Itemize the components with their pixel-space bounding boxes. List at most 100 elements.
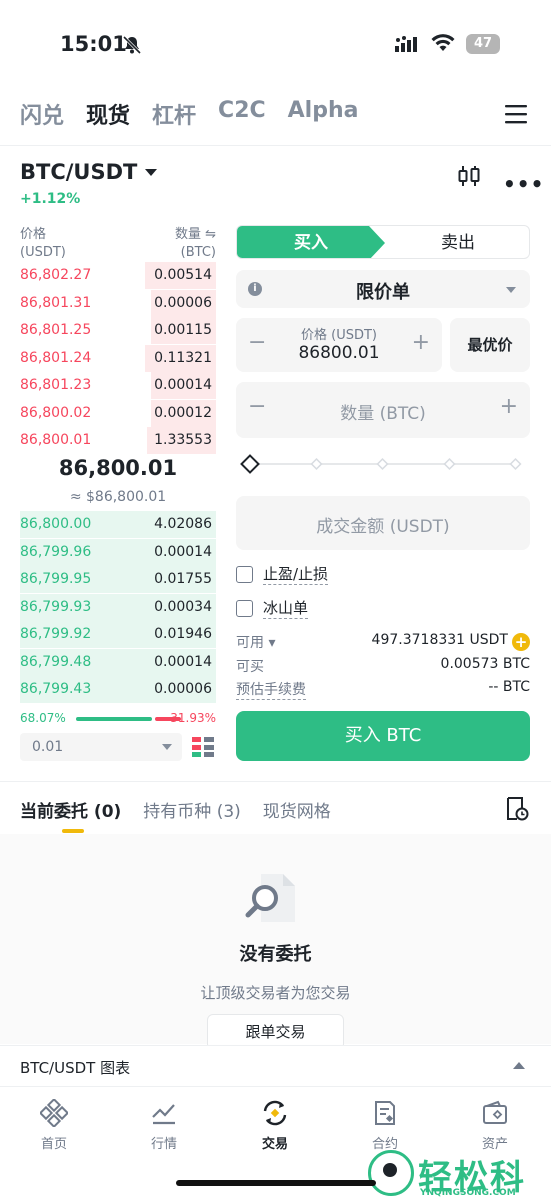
bell-muted-icon bbox=[122, 35, 142, 55]
buy-ratio: 68.07% bbox=[20, 711, 66, 725]
ask-price: 86,801.23 bbox=[20, 377, 92, 393]
nav-home-label: 首页 bbox=[40, 1137, 67, 1152]
bid-qty: 0.01946 bbox=[154, 626, 212, 642]
buy-btc-button[interactable]: 买入 BTC bbox=[236, 711, 530, 761]
price-plus-button[interactable]: + bbox=[412, 330, 430, 355]
menu-icon[interactable] bbox=[505, 104, 527, 124]
ob-qty-header[interactable]: 数量 ⇋ (BTC) bbox=[120, 226, 216, 262]
tab-open-orders[interactable]: 当前委托 (0) bbox=[20, 797, 121, 822]
buy-sell-ratio: 68.07% 31.93% bbox=[20, 711, 216, 727]
amount-placeholder: 成交金额 (USDT) bbox=[316, 517, 450, 537]
tpsl-label: 止盈/止损 bbox=[263, 565, 329, 585]
ask-qty: 0.11321 bbox=[154, 349, 212, 366]
bid-row[interactable]: 86,799.48 0.00014 bbox=[20, 648, 216, 676]
nav-assets[interactable]: 资产 bbox=[455, 1095, 535, 1152]
ask-price: 86,802.27 bbox=[20, 267, 92, 283]
available-value: 497.3718331 USDT + bbox=[372, 632, 530, 651]
home-indicator bbox=[176, 1180, 376, 1186]
bid-row[interactable]: 86,799.96 0.00014 bbox=[20, 538, 216, 566]
ask-qty: 1.33553 bbox=[154, 432, 212, 448]
ask-qty: 0.00006 bbox=[154, 294, 212, 311]
amount-input[interactable]: 成交金额 (USDT) bbox=[236, 496, 530, 550]
chart-toggle-bar[interactable]: BTC/USDT 图表 bbox=[0, 1045, 551, 1085]
ask-row[interactable]: 86,800.02 0.00012 bbox=[20, 399, 216, 427]
bid-row[interactable]: 86,799.95 0.01755 bbox=[20, 566, 216, 593]
pair-selector[interactable]: BTC/USDT bbox=[20, 160, 158, 184]
qty-plus-button[interactable]: + bbox=[500, 394, 518, 419]
buy-tab[interactable]: 买入 bbox=[237, 226, 385, 258]
tab-alpha[interactable]: Alpha bbox=[288, 98, 359, 134]
caret-down-icon bbox=[145, 168, 158, 176]
active-tab-underline bbox=[62, 829, 84, 833]
tab-holdings[interactable]: 持有币种 (3) bbox=[143, 797, 240, 822]
iceberg-checkbox[interactable]: 冰山单 bbox=[236, 597, 436, 619]
ask-qty: 0.00014 bbox=[154, 377, 212, 393]
bid-row[interactable]: 86,799.92 0.01946 bbox=[20, 621, 216, 648]
nav-markets[interactable]: 行情 bbox=[124, 1095, 204, 1152]
section-divider bbox=[0, 781, 551, 782]
watermark-url: YNQINGSONG.COM bbox=[420, 1188, 516, 1198]
home-icon bbox=[40, 1099, 68, 1127]
bid-price: 86,799.92 bbox=[20, 626, 92, 642]
checkbox[interactable] bbox=[236, 599, 253, 617]
orderbook-layout-icon[interactable] bbox=[192, 736, 214, 758]
ask-row[interactable]: 86,801.25 0.00115 bbox=[20, 317, 216, 344]
sell-tab[interactable]: 卖出 bbox=[385, 226, 529, 258]
bid-price: 86,799.96 bbox=[20, 543, 92, 560]
iceberg-label: 冰山单 bbox=[263, 599, 309, 619]
bid-price: 86,800.00 bbox=[20, 516, 92, 532]
bid-price: 86,799.43 bbox=[20, 681, 92, 697]
ask-row[interactable]: 86,802.27 0.00514 bbox=[20, 262, 216, 289]
ask-qty: 0.00012 bbox=[154, 404, 212, 421]
order-history-icon[interactable] bbox=[505, 796, 529, 822]
nav-trade[interactable]: 交易 bbox=[235, 1095, 315, 1152]
caret-down-icon bbox=[162, 744, 172, 750]
available-label[interactable]: 可用 ▾ bbox=[236, 632, 275, 652]
quantity-input[interactable]: − 数量 (BTC) + bbox=[236, 382, 530, 438]
status-time: 15:01 bbox=[60, 32, 127, 56]
checkbox[interactable] bbox=[236, 565, 253, 583]
bid-qty: 4.02086 bbox=[154, 516, 212, 532]
nav-futures[interactable]: 合约 bbox=[345, 1095, 425, 1152]
tab-c2c[interactable]: C2C bbox=[218, 98, 266, 134]
ask-row[interactable]: 86,801.24 0.11321 bbox=[20, 344, 216, 372]
ask-price: 86,800.01 bbox=[20, 432, 92, 448]
tpsl-checkbox[interactable]: 止盈/止损 bbox=[236, 563, 436, 585]
ask-row[interactable]: 86,801.31 0.00006 bbox=[20, 289, 216, 317]
wallet-icon bbox=[483, 1100, 507, 1124]
tab-margin[interactable]: 杠杆 bbox=[152, 98, 196, 134]
tab-spot-grid[interactable]: 现货网格 bbox=[263, 797, 331, 822]
price-input[interactable]: − 价格 (USDT) 86800.01 + bbox=[236, 318, 442, 372]
ask-price: 86,801.24 bbox=[20, 349, 92, 366]
nav-home[interactable]: 首页 bbox=[14, 1095, 94, 1152]
add-funds-icon[interactable]: + bbox=[512, 633, 530, 651]
depth-precision-select[interactable]: 0.01 bbox=[20, 733, 182, 761]
fee-label[interactable]: 预估手续费 bbox=[236, 679, 306, 700]
can-buy-label: 可买 bbox=[236, 659, 264, 675]
ask-row[interactable]: 86,801.23 0.00014 bbox=[20, 372, 216, 399]
caret-up-icon[interactable] bbox=[513, 1062, 525, 1069]
mid-price[interactable]: 86,800.01 bbox=[20, 456, 216, 480]
amount-slider[interactable] bbox=[236, 452, 530, 476]
bid-qty: 0.00034 bbox=[154, 598, 212, 615]
can-buy-value: 0.00573 BTC bbox=[440, 656, 530, 672]
bid-price: 86,799.95 bbox=[20, 571, 92, 587]
candlestick-chart-icon[interactable] bbox=[458, 164, 480, 188]
best-price-button[interactable]: 最优价 bbox=[450, 318, 530, 372]
more-icon[interactable]: ••• bbox=[503, 172, 544, 196]
ask-price: 86,800.02 bbox=[20, 404, 92, 421]
bid-row[interactable]: 86,799.93 0.00034 bbox=[20, 593, 216, 621]
pair-symbol: BTC/USDT bbox=[20, 160, 138, 184]
ask-price: 86,801.31 bbox=[20, 294, 92, 311]
ask-row[interactable]: 86,800.01 1.33553 bbox=[20, 427, 216, 454]
bid-row[interactable]: 86,800.00 4.02086 bbox=[20, 511, 216, 538]
sell-ratio: 31.93% bbox=[170, 711, 216, 725]
order-type-select[interactable]: i 限价单 bbox=[236, 270, 530, 308]
tab-convert[interactable]: 闪兑 bbox=[20, 98, 64, 134]
bid-row[interactable]: 86,799.43 0.00006 bbox=[20, 676, 216, 703]
tab-spot[interactable]: 现货 bbox=[86, 98, 130, 134]
available-row: 可用 ▾ 497.3718331 USDT + bbox=[236, 632, 530, 652]
bid-price: 86,799.48 bbox=[20, 653, 92, 670]
bid-qty: 0.01755 bbox=[154, 571, 212, 587]
empty-search-icon bbox=[245, 874, 295, 922]
